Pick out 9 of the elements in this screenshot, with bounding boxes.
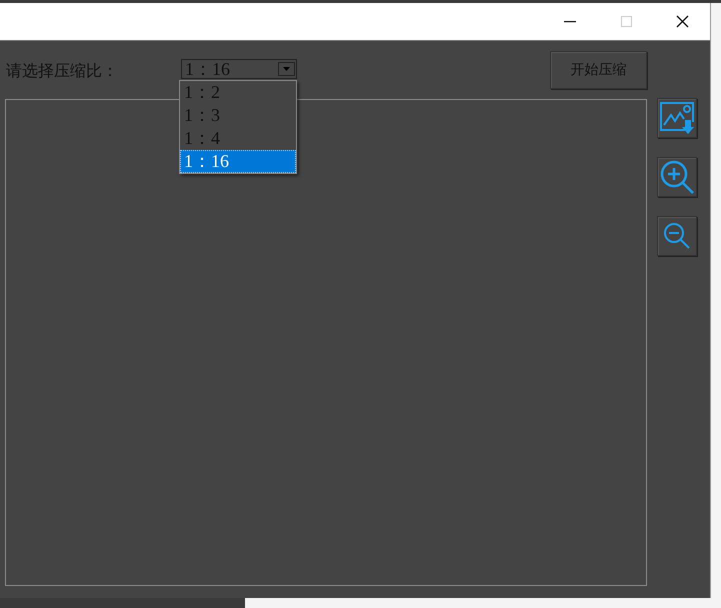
image-download-icon xyxy=(659,100,695,136)
minimize-icon[interactable] xyxy=(564,20,576,22)
close-icon[interactable] xyxy=(676,15,688,28)
zoom-out-button[interactable] xyxy=(657,216,697,256)
zoom-in-button[interactable] xyxy=(657,157,697,197)
zoom-in-icon xyxy=(659,159,695,195)
save-image-button[interactable] xyxy=(657,98,697,138)
zoom-out-icon xyxy=(663,222,691,250)
ratio-option[interactable]: 1：16 xyxy=(180,150,296,173)
